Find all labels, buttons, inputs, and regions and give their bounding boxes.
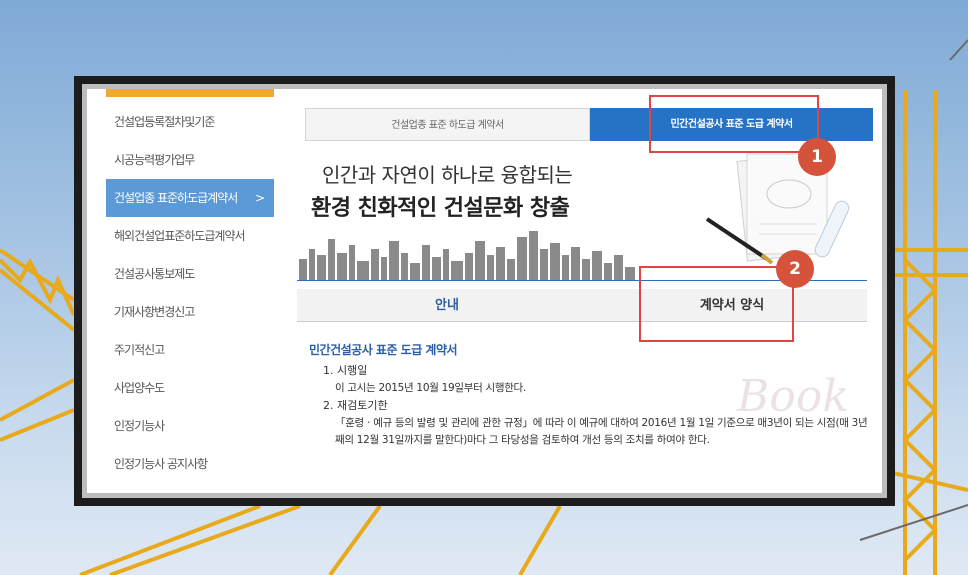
chevron-right-icon: > (254, 191, 265, 205)
sidebar-menu: 건설업등록절차및기준 시공능력평가업무 건설업종 표준하도급계약서 > 해외건설… (100, 89, 274, 493)
banner-slogan-line1: 인간과 자연이 하나로 융합되는 (322, 163, 573, 187)
banner-slogan-line2: 환경 친화적인 건설문화 창출 (311, 195, 570, 221)
section-heading: 1. 시행일 (323, 364, 368, 377)
sidebar-item-change-report[interactable]: 기재사항변경신고 (106, 293, 274, 331)
annotation-badge-1: 1 (798, 138, 836, 176)
sidebar-item-notification[interactable]: 건설공사통보제도 (106, 255, 274, 293)
sidebar-item-overseas[interactable]: 해외건설업표준하도급계약서 (106, 217, 274, 255)
sidebar-top-bar (106, 89, 274, 97)
city-skyline-illustration (299, 231, 635, 281)
annotation-box-1 (649, 95, 819, 153)
sidebar-item-subcontract[interactable]: 건설업종 표준하도급계약서 > (106, 179, 274, 217)
sidebar-item-periodic-report[interactable]: 주기적신고 (106, 331, 274, 369)
document-title: 민간건설공사 표준 도급 계약서 (309, 343, 458, 357)
sidebar-item-registration[interactable]: 건설업등록절차및기준 (106, 103, 274, 141)
sidebar-item-label: 건설업종 표준하도급계약서 (114, 191, 238, 205)
tab-subcontract-form[interactable]: 건설업종 표준 하도급 계약서 (305, 108, 590, 141)
annotation-badge-2: 2 (776, 250, 814, 288)
section-body: 이 고시는 2015년 10월 19일부터 시행한다. (335, 382, 526, 394)
sidebar-item-capability[interactable]: 시공능력평가업무 (106, 141, 274, 179)
section-body: 「훈령ㆍ예규 등의 발령 및 관리에 관한 규정」에 따라 이 예규에 대하여 … (335, 417, 868, 446)
sidebar-item-technician-notice[interactable]: 인정기능사 공지사항 (106, 445, 274, 483)
section-heading: 2. 재검토기한 (323, 399, 388, 412)
annotation-box-2 (639, 266, 794, 342)
document-body: 민간건설공사 표준 도급 계약서 1. 시행일 이 고시는 2015년 10월 … (309, 341, 869, 449)
sidebar-item-transfer[interactable]: 사업양수도 (106, 369, 274, 407)
subtab-guide[interactable]: 안내 (297, 289, 597, 322)
sidebar-item-technician[interactable]: 인정기능사 (106, 407, 274, 445)
